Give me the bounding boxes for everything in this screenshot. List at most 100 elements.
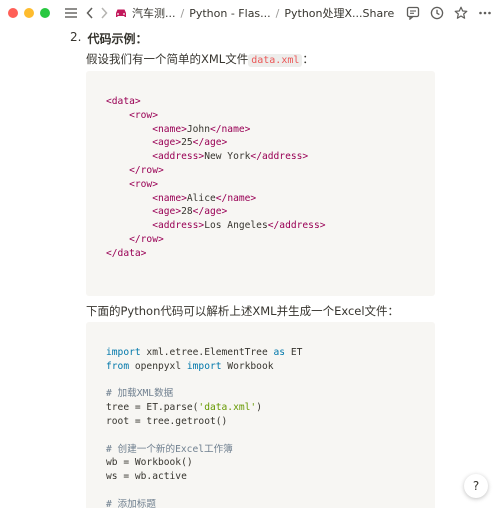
- xml-tag: </name>: [215, 192, 257, 204]
- python-code-block[interactable]: import xml.etree.ElementTree as ET from o…: [86, 322, 435, 508]
- code-text: ): [256, 402, 262, 414]
- code-line: from openpyxl import Workbook: [106, 360, 435, 374]
- code-comment: # 添加标题: [106, 498, 156, 508]
- comment-icon[interactable]: [406, 6, 420, 20]
- code-comment: # 加载XML数据: [106, 388, 174, 400]
- close-window-button[interactable]: [8, 8, 18, 18]
- list-item-title-text: 代码示例: [87, 32, 136, 46]
- top-bar: 汽车测... / Python - Flas... / Python处理X...…: [0, 0, 500, 26]
- numbered-list-item: 2. 代码示例：: [70, 30, 147, 47]
- zoom-window-button[interactable]: [40, 8, 50, 18]
- xml-tag: </name>: [209, 123, 251, 135]
- code-line: <age>28</age>: [106, 205, 435, 219]
- code-text: Workbook: [221, 360, 274, 372]
- code-text: John: [186, 123, 210, 135]
- xml-tag: <name>: [152, 192, 187, 204]
- code-keyword: as: [273, 347, 286, 358]
- code-line: wb = Workbook(): [106, 456, 435, 470]
- code-text: 25: [181, 137, 193, 149]
- list-item-title-colon: ：: [135, 32, 148, 46]
- paragraph-text: ：: [302, 52, 314, 66]
- code-text: ws = wb.active: [106, 471, 187, 483]
- xml-tag: </age>: [192, 137, 228, 149]
- breadcrumb-label: Python处理X...: [284, 7, 363, 20]
- forward-arrow-icon[interactable]: [100, 6, 108, 20]
- list-number: 2.: [70, 30, 82, 44]
- code-line: <age>25</age>: [106, 136, 435, 150]
- help-button[interactable]: ?: [464, 474, 488, 498]
- breadcrumb-item-1[interactable]: 汽车测...: [108, 5, 176, 21]
- code-line: tree = ET.parse('data.xml'): [106, 401, 435, 415]
- breadcrumb-label: 汽车测...: [132, 7, 176, 20]
- xml-tag: <age>: [152, 206, 182, 218]
- code-comment: # 创建一个新的Excel工作簿: [106, 443, 233, 455]
- xml-tag: <address>: [152, 220, 205, 232]
- code-text: tree = ET.parse(: [106, 402, 199, 414]
- code-line: </data>: [106, 247, 435, 261]
- xml-tag: </age>: [192, 206, 228, 218]
- xml-tag: </row>: [129, 164, 164, 176]
- xml-tag: <data>: [106, 96, 141, 107]
- breadcrumb-item-2[interactable]: Python - Flas...: [189, 7, 270, 20]
- code-line: # 加载XML数据: [106, 387, 435, 401]
- history-clock-icon[interactable]: [430, 6, 444, 20]
- code-line: <name>Alice</name>: [106, 192, 435, 206]
- page-content: 2. 代码示例： 假设我们有一个简单的XML文件 data.xml： <data>…: [0, 26, 500, 508]
- code-text: xml.etree.ElementTree: [140, 347, 274, 358]
- code-text: 28: [181, 206, 193, 218]
- menu-icon[interactable]: [64, 6, 78, 20]
- code-keyword: from: [106, 360, 130, 372]
- breadcrumb-label: Python - Flas...: [189, 6, 271, 20]
- inline-code: data.xml: [248, 54, 303, 67]
- back-arrow-icon[interactable]: [86, 6, 94, 20]
- xml-tag: <row>: [129, 178, 158, 190]
- code-line: <address>Los Angeles</address>: [106, 219, 435, 233]
- xml-tag: <row>: [129, 109, 158, 121]
- code-text: openpyxl: [129, 360, 187, 372]
- minimize-window-button[interactable]: [24, 8, 34, 18]
- code-text: root = tree.getroot(): [106, 415, 228, 427]
- code-line: root = tree.getroot(): [106, 415, 435, 429]
- code-text: wb = Workbook(): [106, 457, 193, 469]
- car-icon: [114, 7, 128, 19]
- code-line: <row>: [106, 109, 435, 123]
- code-text: New York: [204, 151, 251, 163]
- paragraph-text: 假设我们有一个简单的XML文件: [86, 52, 249, 66]
- xml-tag: <age>: [152, 137, 182, 149]
- share-button[interactable]: Share: [363, 7, 395, 20]
- breadcrumb-separator: /: [275, 6, 280, 20]
- xml-tag: </address>: [250, 151, 309, 163]
- paragraph-python-intro: 下面的Python代码可以解析上述XML并生成一个Excel文件：: [86, 304, 400, 318]
- code-line: </row>: [106, 164, 435, 178]
- code-line: # 创建一个新的Excel工作簿: [106, 443, 435, 457]
- code-keyword: import: [186, 360, 222, 372]
- breadcrumb-item-3[interactable]: Python处理X...: [284, 5, 362, 21]
- more-options-icon[interactable]: [478, 6, 492, 20]
- breadcrumb-separator: /: [180, 6, 185, 20]
- code-line: import xml.etree.ElementTree as ET: [106, 346, 435, 360]
- code-line: # 添加标题: [106, 498, 435, 508]
- code-text: Los Angeles: [204, 220, 268, 232]
- code-line: <data>: [106, 95, 435, 109]
- code-text: Alice: [186, 192, 216, 204]
- list-item-title: 代码示例：: [87, 30, 147, 47]
- star-icon[interactable]: [454, 6, 468, 20]
- xml-code-block[interactable]: <data> <row> <name>John</name> <age>25</…: [86, 71, 435, 296]
- window-controls: [8, 8, 50, 18]
- xml-tag: <name>: [152, 123, 187, 135]
- code-keyword: import: [106, 347, 141, 358]
- code-string: 'data.xml': [198, 402, 257, 414]
- code-line: </row>: [106, 233, 435, 247]
- xml-tag: </row>: [129, 233, 164, 245]
